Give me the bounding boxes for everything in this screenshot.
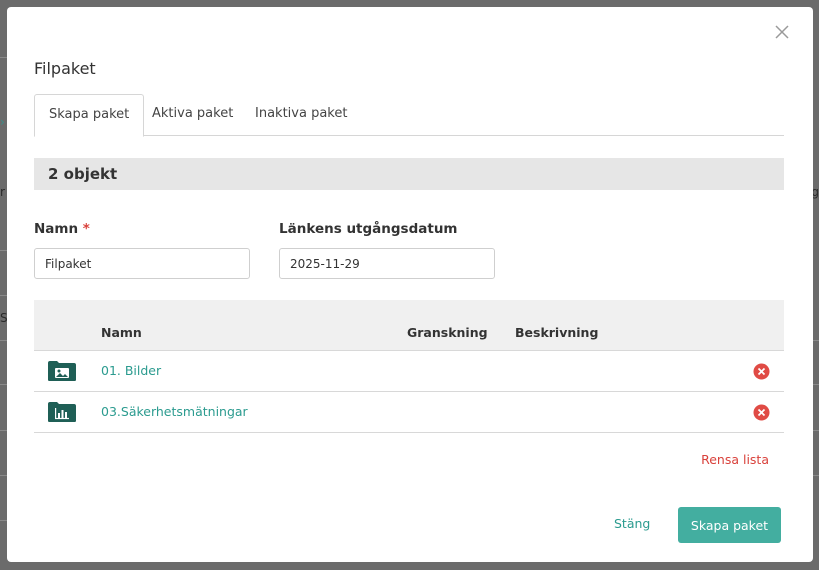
chart-folder-icon <box>47 401 77 423</box>
image-folder-icon <box>47 360 77 382</box>
file-link[interactable]: 01. Bilder <box>101 363 161 378</box>
table-row: 01. Bilder <box>34 351 784 392</box>
files-table: Namn Granskning Beskrivning 01. Bilder 0… <box>34 300 784 433</box>
tab-inactive-packages[interactable]: Inaktiva paket <box>241 94 361 136</box>
name-label-text: Namn <box>34 221 79 237</box>
required-marker: * <box>82 221 90 237</box>
tab-bar: Skapa paket Aktiva paket Inaktiva paket <box>34 94 784 137</box>
remove-icon[interactable] <box>753 404 770 421</box>
remove-icon[interactable] <box>753 363 770 380</box>
close-icon[interactable] <box>773 23 791 41</box>
table-row: 03.Säkerhetsmätningar <box>34 392 784 433</box>
object-count: 2 objekt <box>34 158 784 190</box>
tab-active-packages[interactable]: Aktiva paket <box>138 94 247 136</box>
clear-list-link[interactable]: Rensa lista <box>701 452 769 467</box>
table-header: Namn Granskning Beskrivning <box>34 300 784 351</box>
background-glyph: r <box>0 185 5 199</box>
column-header-review: Granskning <box>407 325 488 340</box>
name-label: Namn * <box>34 221 90 237</box>
expiry-label: Länkens utgångsdatum <box>279 221 458 237</box>
column-header-name: Namn <box>101 325 142 340</box>
tab-create-package[interactable]: Skapa paket <box>34 94 145 137</box>
name-input[interactable] <box>34 248 250 279</box>
file-package-modal: Filpaket Skapa paket Aktiva paket Inakti… <box>7 7 813 562</box>
create-package-button[interactable]: Skapa paket <box>678 507 781 543</box>
expiry-date-input[interactable] <box>279 248 495 279</box>
background-glyph: › <box>0 115 5 129</box>
close-button[interactable]: Stäng <box>614 516 650 531</box>
modal-title: Filpaket <box>34 59 96 78</box>
column-header-description: Beskrivning <box>515 325 599 340</box>
file-link[interactable]: 03.Säkerhetsmätningar <box>101 404 248 419</box>
